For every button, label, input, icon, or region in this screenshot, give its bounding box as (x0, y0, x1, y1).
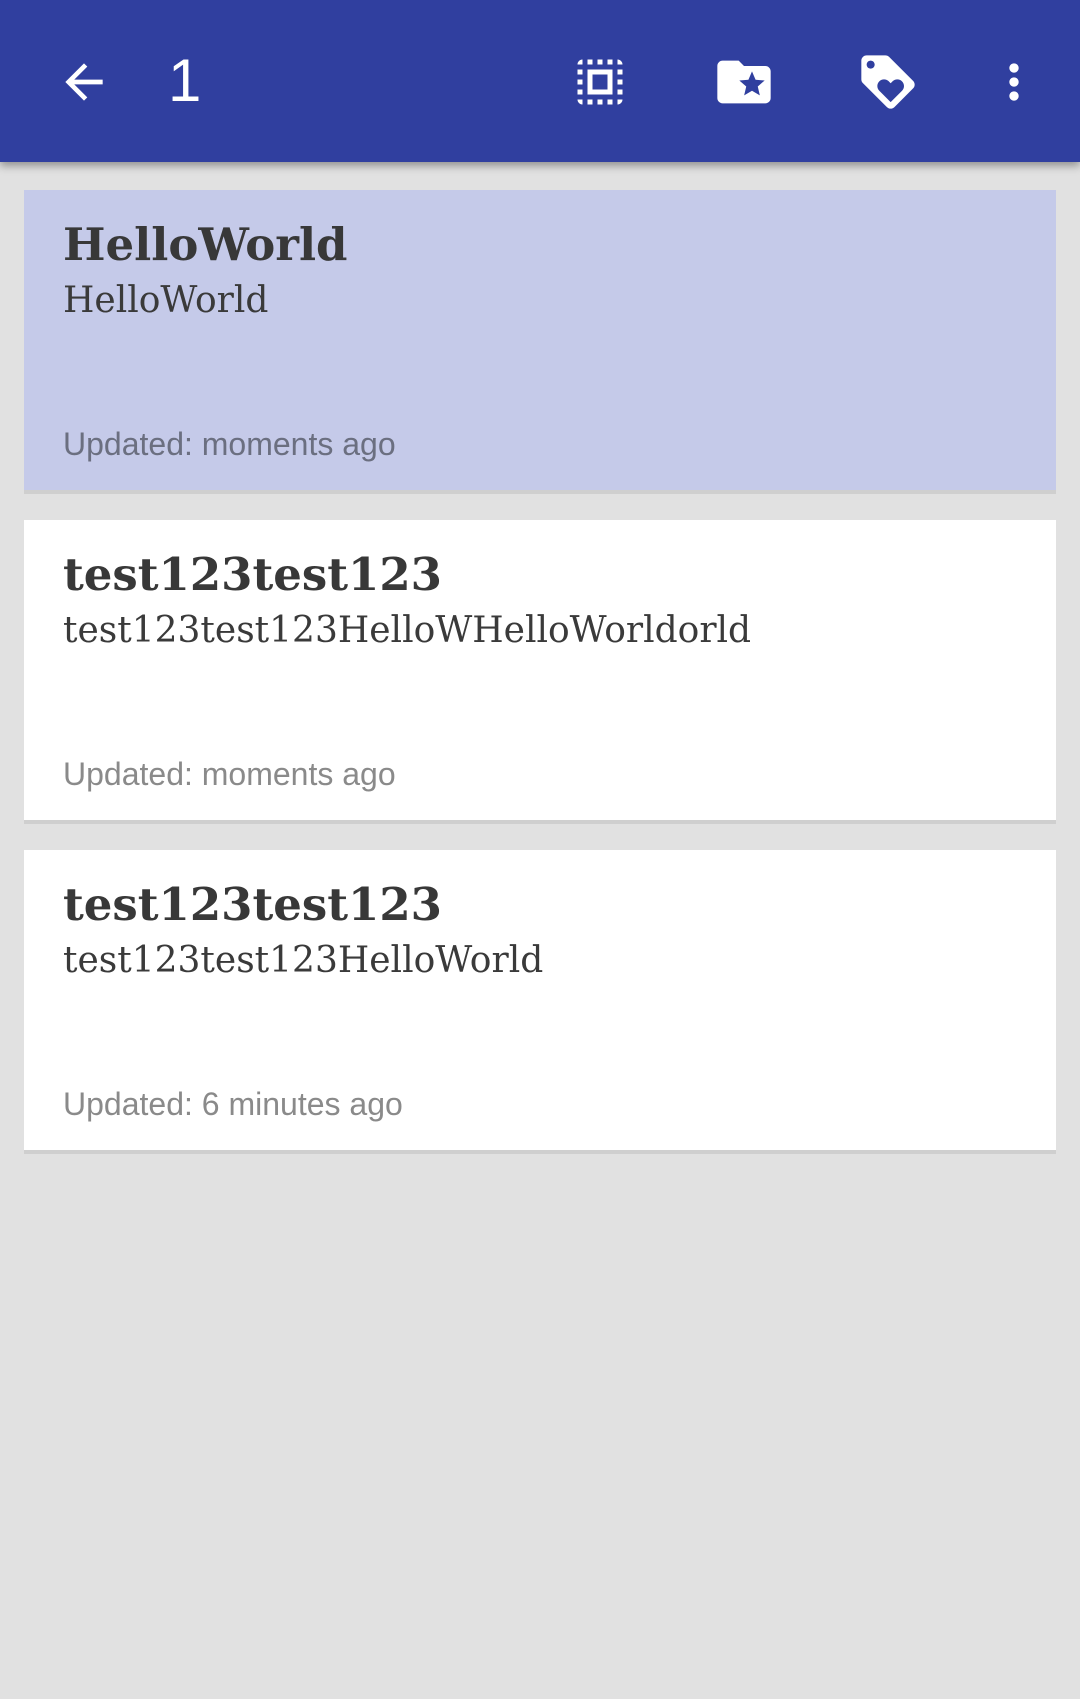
note-card[interactable]: test123test123 test123test123HelloWorld … (24, 850, 1056, 1150)
select-all-icon (577, 59, 623, 105)
note-preview: HelloWorld (63, 280, 269, 321)
tag-heart-icon (861, 55, 915, 109)
note-updated-time: Updated: moments ago (63, 756, 396, 792)
note-preview: test123test123HelloWHelloWorldorld (63, 610, 752, 651)
select-all-button[interactable] (554, 36, 646, 128)
back-button[interactable] (38, 36, 130, 128)
note-updated-time: Updated: moments ago (63, 426, 396, 462)
note-title: test123test123 (63, 878, 442, 931)
notes-list: HelloWorld HelloWorld Updated: moments a… (24, 190, 1056, 1180)
note-title: test123test123 (63, 548, 442, 601)
note-title: HelloWorld (63, 218, 348, 271)
action-mode-toolbar: 1 (0, 0, 1080, 162)
tag-button[interactable] (842, 36, 934, 128)
move-to-folder-button[interactable] (698, 36, 790, 128)
selected-count: 1 (168, 47, 202, 114)
folder-star-icon (717, 60, 771, 104)
note-card[interactable]: HelloWorld HelloWorld Updated: moments a… (24, 190, 1056, 490)
note-card[interactable]: test123test123 test123test123HelloWHello… (24, 520, 1056, 820)
arrow-back-icon (65, 63, 103, 101)
more-options-button[interactable] (968, 36, 1060, 128)
note-preview: test123test123HelloWorld (63, 940, 544, 981)
more-vert-icon (1009, 63, 1019, 101)
note-updated-time: Updated: 6 minutes ago (63, 1086, 403, 1122)
